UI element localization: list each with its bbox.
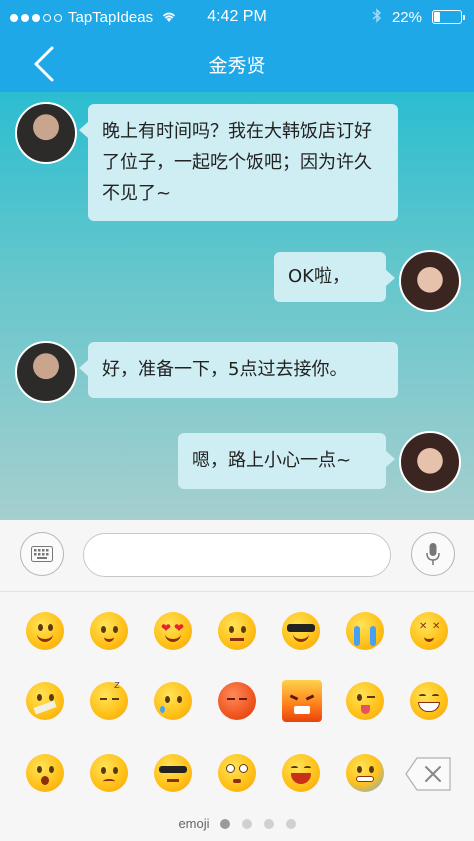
laugh-emoji-icon[interactable] bbox=[282, 754, 320, 792]
shy-emoji-icon[interactable] bbox=[90, 612, 128, 650]
annoyed-emoji-icon[interactable] bbox=[218, 612, 256, 650]
page-dot[interactable] bbox=[241, 818, 252, 829]
keyboard-icon bbox=[31, 546, 53, 562]
page-dot[interactable] bbox=[263, 818, 274, 829]
chevron-left-icon bbox=[34, 46, 54, 82]
surprised-emoji-icon[interactable] bbox=[26, 754, 64, 792]
status-bar: TapTapIdeas 4:42 PM 22% bbox=[0, 0, 474, 36]
message-text: 嗯，路上小心一点~ bbox=[192, 450, 352, 471]
bluetooth-icon bbox=[372, 8, 382, 26]
message-bubble-incoming[interactable]: 好，准备一下，5点过去接你。 bbox=[79, 342, 398, 398]
input-bar bbox=[0, 520, 474, 592]
message-text: 晚上有时间吗？我在大韩饭店订好了位子，一起吃个饭吧；因为许久不见了~ bbox=[102, 121, 372, 204]
message-bubble-incoming[interactable]: 晚上有时间吗？我在大韩饭店订好了位子，一起吃个饭吧；因为许久不见了~ bbox=[79, 104, 398, 221]
sweat-emoji-icon[interactable] bbox=[346, 754, 384, 792]
navigation-bar: 金秀贤 bbox=[0, 36, 474, 92]
status-right: 22% bbox=[372, 8, 465, 26]
sad-emoji-icon[interactable] bbox=[90, 754, 128, 792]
user-avatar[interactable] bbox=[399, 431, 461, 493]
emoji-panel: ❤ ❤ ✕ ✕ z emoji bbox=[0, 592, 474, 841]
sleeping-red-emoji-icon[interactable] bbox=[218, 682, 256, 720]
backspace-icon bbox=[405, 757, 451, 791]
delete-key-button[interactable] bbox=[405, 757, 451, 791]
message-text: 好，准备一下，5点过去接你。 bbox=[102, 359, 348, 380]
cool-emoji-icon[interactable] bbox=[282, 612, 320, 650]
sunglasses-cool-emoji-icon[interactable] bbox=[154, 754, 192, 792]
keyboard-toggle-button[interactable] bbox=[20, 532, 64, 576]
page-dot[interactable] bbox=[285, 818, 296, 829]
heart-eyes-emoji-icon[interactable]: ❤ ❤ bbox=[154, 612, 192, 650]
sleepy-emoji-icon[interactable]: z bbox=[90, 678, 128, 720]
voice-input-button[interactable] bbox=[411, 532, 455, 576]
dizzy-emoji-icon[interactable]: ✕ ✕ bbox=[410, 612, 448, 650]
battery-percent: 22% bbox=[391, 8, 422, 26]
crying-emoji-icon[interactable] bbox=[346, 612, 384, 650]
page-title: 金秀贤 bbox=[208, 55, 266, 77]
chat-area[interactable]: 晚上有时间吗？我在大韩饭店订好了位子，一起吃个饭吧；因为许久不见了~ OK啦， … bbox=[0, 92, 474, 520]
microphone-icon bbox=[426, 543, 440, 565]
battery-icon bbox=[432, 10, 465, 24]
message-input[interactable] bbox=[83, 533, 391, 577]
grin-emoji-icon[interactable] bbox=[410, 682, 448, 720]
tearful-emoji-icon[interactable] bbox=[154, 682, 192, 720]
contact-avatar[interactable] bbox=[15, 102, 77, 164]
message-bubble-outgoing[interactable]: OK啦， bbox=[274, 252, 395, 302]
zipped-mouth-emoji-icon[interactable] bbox=[26, 682, 64, 720]
contact-avatar[interactable] bbox=[15, 341, 77, 403]
battery-fill bbox=[434, 12, 440, 22]
page-dot-active[interactable] bbox=[219, 818, 230, 829]
back-button[interactable] bbox=[30, 46, 60, 82]
wink-tongue-emoji-icon[interactable] bbox=[346, 682, 384, 720]
user-avatar[interactable] bbox=[399, 250, 461, 312]
emoji-page-indicator: emoji bbox=[0, 816, 474, 831]
smile-emoji-icon[interactable] bbox=[26, 612, 64, 650]
message-bubble-outgoing[interactable]: 嗯，路上小心一点~ bbox=[178, 433, 395, 489]
angry-fire-emoji-icon[interactable] bbox=[282, 680, 322, 722]
message-text: OK啦， bbox=[288, 266, 350, 287]
emoji-page-label: emoji bbox=[178, 816, 210, 831]
teary-eyes-emoji-icon[interactable] bbox=[218, 754, 256, 792]
